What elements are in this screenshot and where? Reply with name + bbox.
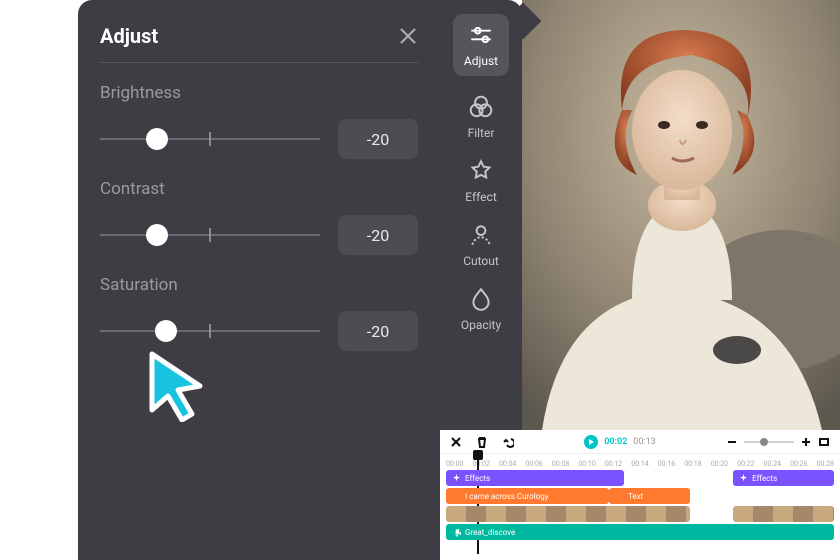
effects-track[interactable]: Effects Effects bbox=[446, 470, 834, 486]
brightness-value[interactable]: -20 bbox=[338, 119, 418, 159]
ruler-tick: 00:02 bbox=[472, 460, 489, 468]
slider-thumb[interactable] bbox=[146, 224, 168, 246]
music-icon bbox=[452, 528, 461, 537]
sliders-icon bbox=[468, 22, 494, 48]
video-clip[interactable] bbox=[446, 506, 690, 522]
ruler-tick: 00:28 bbox=[817, 460, 834, 468]
ruler-tick: 00:06 bbox=[525, 460, 542, 468]
timeline-toolbar: 00:02 00:13 bbox=[440, 430, 840, 454]
clip-label: Effects bbox=[465, 474, 490, 483]
ruler-tick: 00:14 bbox=[631, 460, 648, 468]
sparkle-icon bbox=[739, 474, 748, 483]
timeline-duration: 00:13 bbox=[633, 437, 655, 447]
droplet-icon bbox=[468, 286, 494, 312]
text-icon bbox=[452, 492, 461, 501]
saturation-value[interactable]: -20 bbox=[338, 311, 418, 351]
video-track[interactable] bbox=[446, 506, 834, 522]
clip-label: Text bbox=[628, 492, 643, 501]
rail-item-opacity[interactable]: Opacity bbox=[453, 286, 509, 332]
contrast-slider[interactable] bbox=[100, 225, 320, 245]
text-clip[interactable]: I came across Curology bbox=[446, 488, 609, 504]
audio-clip[interactable]: Great_discove bbox=[446, 524, 834, 540]
text-icon bbox=[615, 492, 624, 501]
rail-item-effect[interactable]: Effect bbox=[453, 158, 509, 204]
ruler-tick: 00:20 bbox=[711, 460, 728, 468]
zoom-in-button[interactable] bbox=[800, 436, 812, 448]
undo-button[interactable] bbox=[502, 436, 514, 448]
rail-item-cutout[interactable]: Cutout bbox=[453, 222, 509, 268]
preview-image bbox=[522, 0, 840, 430]
timeline-ruler[interactable]: 00:00 00:02 00:04 00:06 00:08 00:10 00:12 00:14… bbox=[440, 454, 840, 468]
saturation-control: Saturation -20 bbox=[100, 275, 418, 351]
control-label: Saturation bbox=[100, 275, 418, 295]
rail-item-adjust[interactable]: Adjust bbox=[453, 14, 509, 76]
clip-label: Great_discove bbox=[465, 528, 515, 537]
clip-label: I came across Curology bbox=[465, 492, 549, 501]
venn-icon bbox=[468, 94, 494, 120]
zoom-out-button[interactable] bbox=[726, 436, 738, 448]
ruler-tick: 00:22 bbox=[737, 460, 754, 468]
rail-label: Filter bbox=[468, 126, 495, 140]
clip-label: Effects bbox=[752, 474, 777, 483]
control-label: Brightness bbox=[100, 83, 418, 103]
rail-item-filter[interactable]: Filter bbox=[453, 94, 509, 140]
rail-label: Cutout bbox=[463, 254, 499, 268]
ruler-tick: 00:00 bbox=[446, 460, 463, 468]
effects-clip[interactable]: Effects bbox=[446, 470, 624, 486]
rail-label: Opacity bbox=[461, 318, 501, 332]
ruler-tick: 00:12 bbox=[605, 460, 622, 468]
split-button[interactable] bbox=[450, 436, 462, 448]
audio-track[interactable]: Great_discove bbox=[446, 524, 834, 540]
ruler-tick: 00:04 bbox=[499, 460, 516, 468]
trash-button[interactable] bbox=[476, 436, 488, 448]
contrast-value[interactable]: -20 bbox=[338, 215, 418, 255]
rail-label: Effect bbox=[465, 190, 497, 204]
brightness-control: Brightness -20 bbox=[100, 83, 418, 159]
zoom-control[interactable] bbox=[726, 436, 830, 448]
sparkle-icon bbox=[452, 474, 461, 483]
text-clip[interactable]: Text bbox=[609, 488, 690, 504]
fit-button[interactable] bbox=[818, 436, 830, 448]
video-clip[interactable] bbox=[733, 506, 834, 522]
timeline-panel: 00:02 00:13 00:0000:0200:0400:0600:0800:… bbox=[440, 430, 840, 560]
ruler-tick: 00:16 bbox=[658, 460, 675, 468]
contrast-control: Contrast -20 bbox=[100, 179, 418, 255]
star-sparkle-icon bbox=[468, 158, 494, 184]
text-track[interactable]: I came across Curology Text bbox=[446, 488, 834, 504]
ruler-tick: 00:08 bbox=[552, 460, 569, 468]
control-label: Contrast bbox=[100, 179, 418, 199]
play-button[interactable] bbox=[584, 435, 598, 449]
tool-rail: Adjust Filter Effect Cutout Opacity bbox=[440, 0, 522, 440]
ruler-tick: 00:24 bbox=[764, 460, 781, 468]
ruler-tick: 00:10 bbox=[578, 460, 595, 468]
panel-title: Adjust bbox=[100, 24, 158, 48]
ruler-tick: 00:18 bbox=[684, 460, 701, 468]
adjust-panel: Adjust Brightness -20 Contrast -20 S bbox=[78, 0, 440, 560]
slider-thumb[interactable] bbox=[155, 320, 177, 342]
effects-clip[interactable]: Effects bbox=[733, 470, 834, 486]
ruler-tick: 00:26 bbox=[790, 460, 807, 468]
close-button[interactable] bbox=[398, 26, 418, 46]
saturation-slider[interactable] bbox=[100, 321, 320, 341]
slider-thumb[interactable] bbox=[146, 128, 168, 150]
person-cutout-icon bbox=[468, 222, 494, 248]
rail-label: Adjust bbox=[464, 54, 498, 68]
timeline-current-time: 00:02 bbox=[604, 437, 627, 447]
brightness-slider[interactable] bbox=[100, 129, 320, 149]
